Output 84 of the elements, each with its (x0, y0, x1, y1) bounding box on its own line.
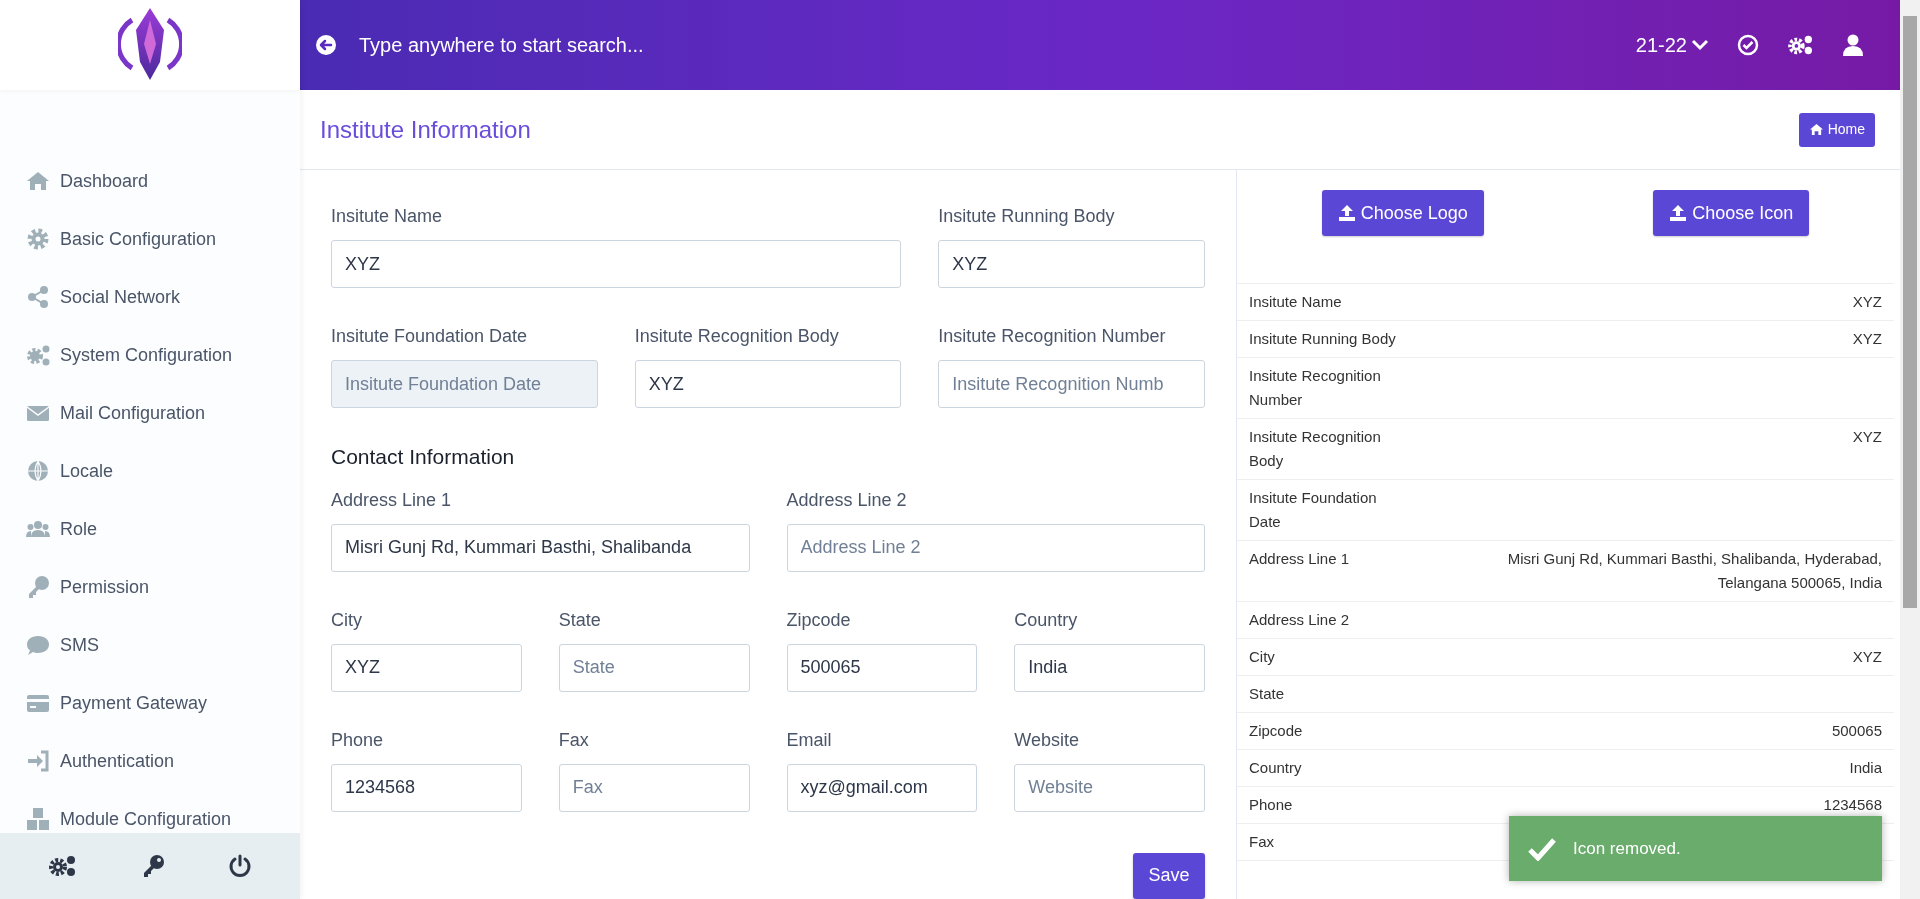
detail-label: City (1249, 647, 1276, 667)
detail-label: Phone (1249, 795, 1294, 815)
input-field[interactable]: Misri Gunj Rd, Kummari Basthi, Shalibanda (331, 523, 750, 572)
sidebar-item[interactable]: Mail Configuration (60, 399, 206, 427)
detail-value: XYZ (1852, 427, 1882, 447)
field-label: Email (786, 728, 833, 752)
sidebar-item[interactable]: Role (60, 515, 98, 543)
detail-value: XYZ (1852, 329, 1882, 349)
input-field[interactable]: 500065 (786, 643, 978, 692)
detail-label: Insitute Running Body (1249, 329, 1397, 349)
field-label: State (558, 608, 602, 632)
settings-icon[interactable] (1787, 34, 1815, 56)
input-field[interactable]: 1234568 (331, 763, 522, 812)
sidebar-item[interactable]: Authentication (60, 747, 175, 775)
field-label: Zipcode (786, 608, 852, 632)
scrollbar-thumb[interactable] (1903, 16, 1917, 608)
field-label: City (331, 608, 363, 632)
sidebar-item[interactable]: SMS (60, 631, 99, 659)
detail-value: Misri Gunj Rd, Kummari Basthi, Shalibanda, Hyderabad, Telangana 500065, India (1506, 549, 1882, 593)
home-icon (1808, 123, 1824, 136)
input-field[interactable]: XYZ (331, 240, 902, 288)
detail-label: Fax (1249, 832, 1275, 852)
input-field[interactable]: India (1014, 643, 1205, 692)
home-button[interactable]: Home (1798, 112, 1875, 147)
sidebar-item[interactable]: Basic Configuration (60, 225, 217, 253)
input-field[interactable]: Insitute Recognition Numb (938, 360, 1205, 408)
upload-button[interactable]: Choose Icon (1653, 190, 1810, 236)
detail-label: Insitute Recognition Number (1249, 366, 1382, 410)
search-field[interactable]: Type anywhere to start search... (359, 30, 1159, 60)
power-icon[interactable] (228, 854, 253, 878)
section-heading: Contact Information (331, 444, 516, 470)
detail-value: 1234568 (1823, 795, 1882, 815)
page-title: Institute Information (320, 114, 531, 145)
checkmark-icon (1527, 836, 1557, 861)
input-field[interactable]: Address Line 2 (786, 523, 1205, 572)
input-field[interactable]: XYZ (331, 643, 522, 692)
back-icon[interactable] (315, 34, 337, 56)
input-field[interactable]: Website (1014, 763, 1205, 812)
key-icon[interactable] (141, 854, 165, 878)
detail-label: State (1249, 684, 1286, 704)
input-field[interactable]: Fax (558, 763, 750, 812)
settings-icon[interactable] (47, 854, 78, 878)
detail-label: Address Line 1 (1249, 549, 1351, 569)
input-field[interactable]: State (558, 643, 750, 692)
upload-button[interactable]: Choose Logo (1321, 190, 1484, 236)
sidebar-item[interactable]: Locale (60, 457, 114, 485)
user-icon[interactable] (1843, 34, 1863, 56)
save-button[interactable]: Save (1133, 852, 1205, 899)
input-field[interactable]: XYZ (938, 240, 1205, 288)
field-label: Address Line 1 (331, 488, 453, 512)
detail-value: 500065 (1831, 721, 1882, 741)
detail-label: Address Line 2 (1249, 610, 1351, 630)
detail-value: XYZ (1852, 292, 1882, 312)
field-label: Country (1014, 608, 1079, 632)
detail-label: Zipcode (1249, 721, 1304, 741)
field-label: Fax (558, 728, 590, 752)
toast-message: Icon removed. (1573, 837, 1681, 860)
field-label: Insitute Recognition Body (634, 325, 840, 348)
input-field[interactable]: xyz@gmail.com (786, 763, 978, 812)
detail-label: Country (1249, 758, 1303, 778)
sidebar-item[interactable]: Permission (60, 573, 150, 601)
input-field[interactable]: XYZ (634, 360, 902, 408)
detail-value: XYZ (1852, 647, 1882, 667)
field-label: Insitute Foundation Date (331, 325, 529, 348)
sidebar-item[interactable]: Module Configuration (60, 805, 232, 833)
field-label: Insitute Running Body (938, 205, 1116, 228)
upload-icon (1669, 204, 1688, 222)
sidebar-item[interactable]: Social Network (60, 283, 181, 311)
detail-label: Insitute Name (1249, 292, 1343, 312)
sidebar-item[interactable]: System Configuration (60, 341, 233, 369)
field-label: Website (1014, 728, 1080, 752)
upload-icon (1337, 204, 1356, 222)
chevron-down-icon (1691, 39, 1709, 51)
detail-label: Insitute Recognition Body (1249, 427, 1382, 471)
sidebar-item[interactable]: Dashboard (60, 167, 149, 195)
field-label: Address Line 2 (786, 488, 908, 512)
field-label: Insitute Name (331, 205, 444, 228)
detail-value: India (1849, 758, 1882, 778)
field-label: Insitute Recognition Number (938, 325, 1167, 348)
sidebar-item[interactable]: Payment Gateway (60, 689, 208, 717)
field-label: Phone (331, 728, 385, 752)
check-circle-icon[interactable] (1737, 34, 1759, 56)
detail-label: Insitute Foundation Date (1249, 488, 1378, 532)
year-dropdown[interactable]: 21-22 (1635, 30, 1709, 60)
